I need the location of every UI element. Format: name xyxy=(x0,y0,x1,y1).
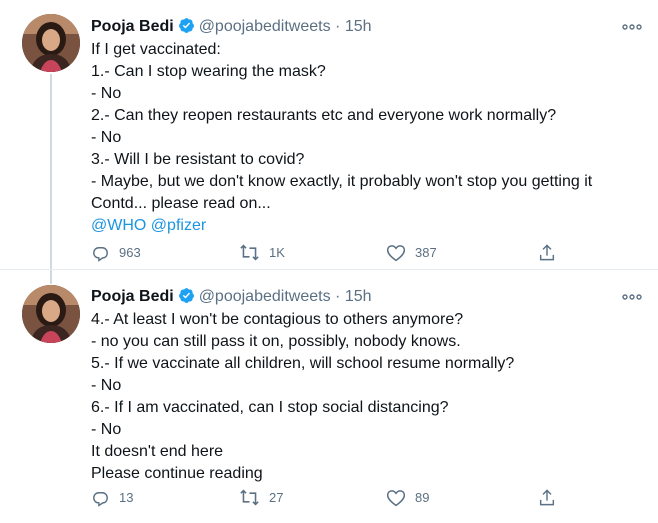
like-count: 387 xyxy=(415,244,437,260)
tweet-line: - No xyxy=(91,129,122,146)
heart-icon xyxy=(386,243,406,262)
retweet-icon xyxy=(239,243,260,262)
heart-icon xyxy=(386,488,406,507)
retweet-button[interactable]: 1K xyxy=(239,240,285,264)
retweet-count: 1K xyxy=(269,244,285,260)
more-options-icon[interactable] xyxy=(622,290,642,302)
thread-connector-line xyxy=(50,74,52,270)
reply-count: 13 xyxy=(119,489,134,505)
tweet-line: - No xyxy=(91,421,122,438)
separator-dot: · xyxy=(335,288,341,305)
mentions-line: @WHO @pfizer xyxy=(91,215,636,237)
reply-button[interactable]: 13 xyxy=(91,485,133,509)
tweet-line: It doesn't end here xyxy=(91,443,224,460)
share-icon xyxy=(538,488,556,507)
tweet-header: Pooja Bedi @poojabeditweets · 15h xyxy=(91,16,372,38)
tweet-line: - no you can still pass it on, possibly,… xyxy=(91,333,461,350)
like-count: 89 xyxy=(415,489,430,505)
tweet-line: Please continue reading xyxy=(91,465,263,482)
verified-badge-icon xyxy=(178,287,195,311)
like-button[interactable]: 89 xyxy=(386,485,429,509)
reply-button[interactable]: 963 xyxy=(91,240,141,264)
retweet-icon xyxy=(239,488,260,507)
author-name[interactable]: Pooja Bedi xyxy=(91,18,174,35)
tweet-text: If I get vaccinated: 1.- Can I stop wear… xyxy=(91,39,636,237)
tweet-line: - No xyxy=(91,377,122,394)
tweet-line: - Maybe, but we don't know exactly, it p… xyxy=(91,173,593,190)
mention-link[interactable]: @WHO xyxy=(91,217,146,234)
author-name[interactable]: Pooja Bedi xyxy=(91,288,174,305)
timestamp[interactable]: 15h xyxy=(345,288,372,305)
mention-link[interactable]: @pfizer xyxy=(151,217,206,234)
tweet-line: - No xyxy=(91,85,122,102)
tweet-line: 4.- At least I won't be contagious to ot… xyxy=(91,311,464,328)
timestamp[interactable]: 15h xyxy=(345,18,372,35)
tweet-actions: 13 27 89 xyxy=(91,485,571,509)
reply-count: 963 xyxy=(119,244,141,260)
tweet-line: 3.- Will I be resistant to covid? xyxy=(91,151,305,168)
thread-connector-line xyxy=(50,270,52,284)
share-icon xyxy=(538,243,556,262)
tweet-line: If I get vaccinated: xyxy=(91,41,221,58)
avatar[interactable] xyxy=(22,14,80,72)
tweet-line: 2.- Can they reopen restaurants etc and … xyxy=(91,107,557,124)
tweet-line: 6.- If I am vaccinated, can I stop socia… xyxy=(91,399,449,416)
share-button[interactable] xyxy=(538,485,556,509)
more-options-icon[interactable] xyxy=(622,20,642,32)
tweet-line: Contd... please read on... xyxy=(91,195,271,212)
author-handle[interactable]: @poojabeditweets xyxy=(199,288,331,305)
tweet-actions: 963 1K 387 xyxy=(91,240,571,264)
share-button[interactable] xyxy=(538,240,556,264)
tweet[interactable]: Pooja Bedi @poojabeditweets · 15h If I ge… xyxy=(0,0,658,270)
tweet-header: Pooja Bedi @poojabeditweets · 15h xyxy=(91,286,372,308)
retweet-button[interactable]: 27 xyxy=(239,485,283,509)
tweet-text: 4.- At least I won't be contagious to ot… xyxy=(91,309,636,485)
like-button[interactable]: 387 xyxy=(386,240,437,264)
verified-badge-icon xyxy=(178,17,195,41)
separator-dot: · xyxy=(335,18,341,35)
reply-icon xyxy=(91,488,110,507)
retweet-count: 27 xyxy=(269,489,284,505)
tweet-line: 1.- Can I stop wearing the mask? xyxy=(91,63,326,80)
author-handle[interactable]: @poojabeditweets xyxy=(199,18,331,35)
reply-icon xyxy=(91,243,110,262)
avatar[interactable] xyxy=(22,285,80,343)
tweet-line: 5.- If we vaccinate all children, will s… xyxy=(91,355,515,372)
